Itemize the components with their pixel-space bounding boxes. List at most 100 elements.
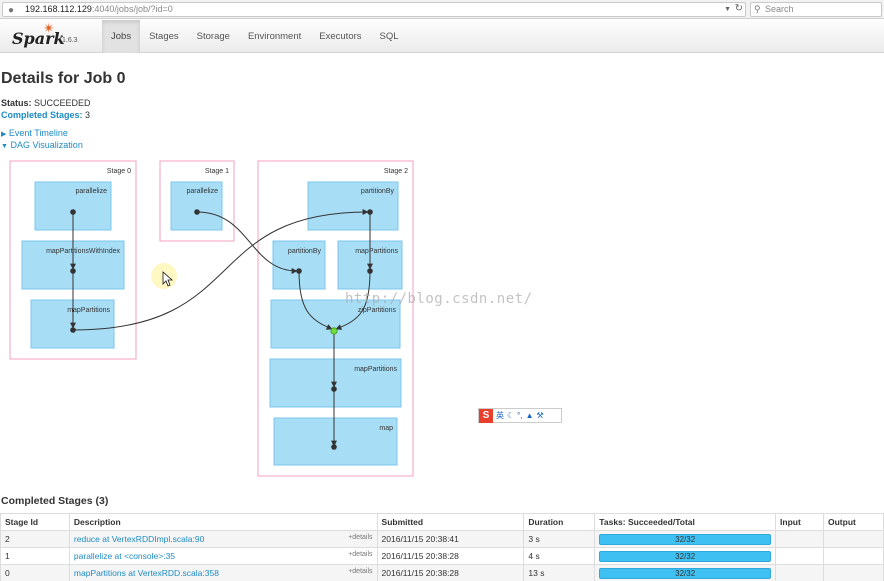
node-s2-mappartitions-a-label: mapPartitions: [355, 248, 398, 255]
cell-input: [775, 547, 824, 565]
cell-duration: 4 s: [523, 547, 596, 565]
stage-1-label: Stage 1: [205, 168, 229, 175]
page-title: Details for Job 0: [1, 70, 126, 87]
details-toggle[interactable]: +details: [348, 534, 372, 541]
brand-version: 1.6.3: [62, 37, 78, 44]
spark-navbar: Spark ✴ 1.6.3 Jobs Stages Storage Enviro…: [0, 20, 884, 53]
triangle-right-icon: ▶: [1, 131, 7, 138]
cell-submitted: 2016/11/15 20:38:28: [376, 564, 525, 581]
url-path: :4040/jobs/job/?id=0: [91, 4, 173, 14]
cell-output: [823, 530, 884, 548]
tab-stages[interactable]: Stages: [140, 20, 188, 53]
tab-executors[interactable]: Executors: [310, 20, 370, 53]
shirt-icon[interactable]: ▲: [526, 411, 534, 420]
cell-input: [775, 564, 824, 581]
punctuation-icon[interactable]: °,: [517, 411, 522, 420]
ime-logo-icon[interactable]: S: [479, 408, 493, 423]
dag-visualization-toggle[interactable]: ▼ DAG Visualization: [1, 140, 83, 150]
task-progress-bar: 32/32: [599, 550, 772, 562]
dot-s2-partitionby: [296, 268, 302, 274]
node-s2-mappartitions-b-label: mapPartitions: [354, 366, 397, 373]
cell-input: [775, 530, 824, 548]
event-timeline-toggle[interactable]: ▶ Event Timeline: [1, 128, 68, 138]
cell-stage-id: 2: [0, 530, 70, 548]
cell-output: [823, 564, 884, 581]
table-header-row: Stage Id Description Submitted Duration …: [0, 513, 884, 531]
node-s0-parallelize-label: parallelize: [75, 188, 107, 195]
spark-star-icon: ✴: [43, 20, 55, 36]
node-s2-partitionby-top-label: partitionBy: [361, 188, 395, 195]
ime-toolbar[interactable]: S 英 ☾ °, ▲ ⚒: [478, 408, 562, 423]
dot-s1-parallelize: [194, 209, 200, 215]
search-placeholder: Search: [765, 4, 794, 14]
col-input[interactable]: Input: [775, 513, 824, 531]
task-progress-text: 32/32: [675, 534, 696, 544]
dot-s2-mappartitions-b: [331, 386, 337, 392]
table-row: 1 parallelize at <console>:35 +details 20…: [0, 547, 884, 565]
completed-stages-link[interactable]: Completed Stages:: [1, 110, 83, 120]
triangle-down-icon: ▼: [1, 143, 8, 150]
col-output[interactable]: Output: [823, 513, 884, 531]
moon-icon[interactable]: ☾: [507, 411, 514, 420]
dot-s0-mappartitionswithindex: [70, 268, 76, 274]
cell-description: reduce at VertexRDDImpl.scala:90 +details: [68, 530, 378, 548]
address-bar[interactable]: ● 192.168.112.129:4040/jobs/job/?id=0 ▼ …: [2, 2, 746, 17]
dot-s2-partitionby-top: [367, 209, 373, 215]
browser-search-input[interactable]: ⚲ Search: [750, 2, 882, 17]
table-row: 2 reduce at VertexRDDImpl.scala:90 +detai…: [0, 530, 884, 548]
node-s0-mappartitionswithindex-label: mapPartitionsWithIndex: [46, 248, 120, 255]
status-value: SUCCEEDED: [34, 98, 91, 108]
stage-description-link[interactable]: reduce at VertexRDDImpl.scala:90: [74, 534, 204, 544]
dot-s0-mappartitions: [70, 327, 76, 333]
brand-name: Spark: [12, 29, 65, 48]
nav-tabs: Jobs Stages Storage Environment Executor…: [102, 20, 408, 53]
reload-icon[interactable]: ↻: [735, 2, 743, 15]
cell-tasks: 32/32: [594, 564, 777, 581]
browser-toolbar: ● 192.168.112.129:4040/jobs/job/?id=0 ▼ …: [0, 0, 884, 19]
status-label: Status:: [1, 98, 32, 108]
task-progress-text: 32/32: [675, 568, 696, 578]
spark-logo[interactable]: Spark ✴ 1.6.3: [12, 20, 92, 50]
node-s1-parallelize-label: parallelize: [186, 188, 218, 195]
cell-duration: 13 s: [523, 564, 596, 581]
globe-icon: ●: [8, 5, 15, 16]
dag-visualization: Stage 0 Stage 1 Stage 2 parallelize mapP…: [9, 160, 414, 477]
cell-output: [823, 547, 884, 565]
task-progress-bar: 32/32: [599, 567, 772, 579]
node-s0-mappartitions-label: mapPartitions: [67, 307, 110, 314]
dropdown-arrow-icon[interactable]: ▼: [724, 3, 731, 16]
completed-stages-title: Completed Stages (3): [1, 495, 109, 507]
details-toggle[interactable]: +details: [348, 551, 372, 558]
event-timeline-label: Event Timeline: [8, 128, 68, 138]
search-icon: ⚲: [754, 4, 761, 14]
tab-environment[interactable]: Environment: [239, 20, 310, 53]
cell-stage-id: 0: [0, 564, 70, 581]
wrench-icon[interactable]: ⚒: [537, 411, 544, 420]
tab-jobs[interactable]: Jobs: [102, 20, 141, 53]
url-host: 192.168.112.129: [25, 4, 92, 14]
tab-storage[interactable]: Storage: [188, 20, 239, 53]
col-stage-id[interactable]: Stage Id: [0, 513, 70, 531]
col-description[interactable]: Description: [68, 513, 378, 531]
watermark-text: http://blog.csdn.net/: [345, 291, 533, 307]
col-duration[interactable]: Duration: [523, 513, 596, 531]
ime-language[interactable]: 英: [496, 410, 504, 421]
stage-description-link[interactable]: parallelize at <console>:35: [74, 551, 175, 561]
col-tasks[interactable]: Tasks: Succeeded/Total: [594, 513, 777, 531]
stage-0-label: Stage 0: [107, 168, 131, 175]
task-progress-text: 32/32: [675, 551, 696, 561]
details-toggle[interactable]: +details: [348, 568, 372, 575]
cell-tasks: 32/32: [594, 530, 777, 548]
col-submitted[interactable]: Submitted: [376, 513, 525, 531]
cell-submitted: 2016/11/15 20:38:41: [376, 530, 525, 548]
cell-submitted: 2016/11/15 20:38:28: [376, 547, 525, 565]
tab-sql[interactable]: SQL: [371, 20, 408, 53]
job-status: Status: SUCCEEDED: [1, 98, 91, 108]
dag-visualization-label: DAG Visualization: [10, 140, 83, 150]
task-progress-bar: 32/32: [599, 533, 772, 545]
stage-description-link[interactable]: mapPartitions at VertexRDD.scala:358: [74, 568, 219, 578]
completed-stages-table: Stage Id Description Submitted Duration …: [0, 513, 884, 581]
dot-s2-mappartitions-a: [367, 268, 373, 274]
completed-stages-summary: Completed Stages: 3: [1, 110, 90, 120]
dot-s0-parallelize: [70, 209, 76, 215]
